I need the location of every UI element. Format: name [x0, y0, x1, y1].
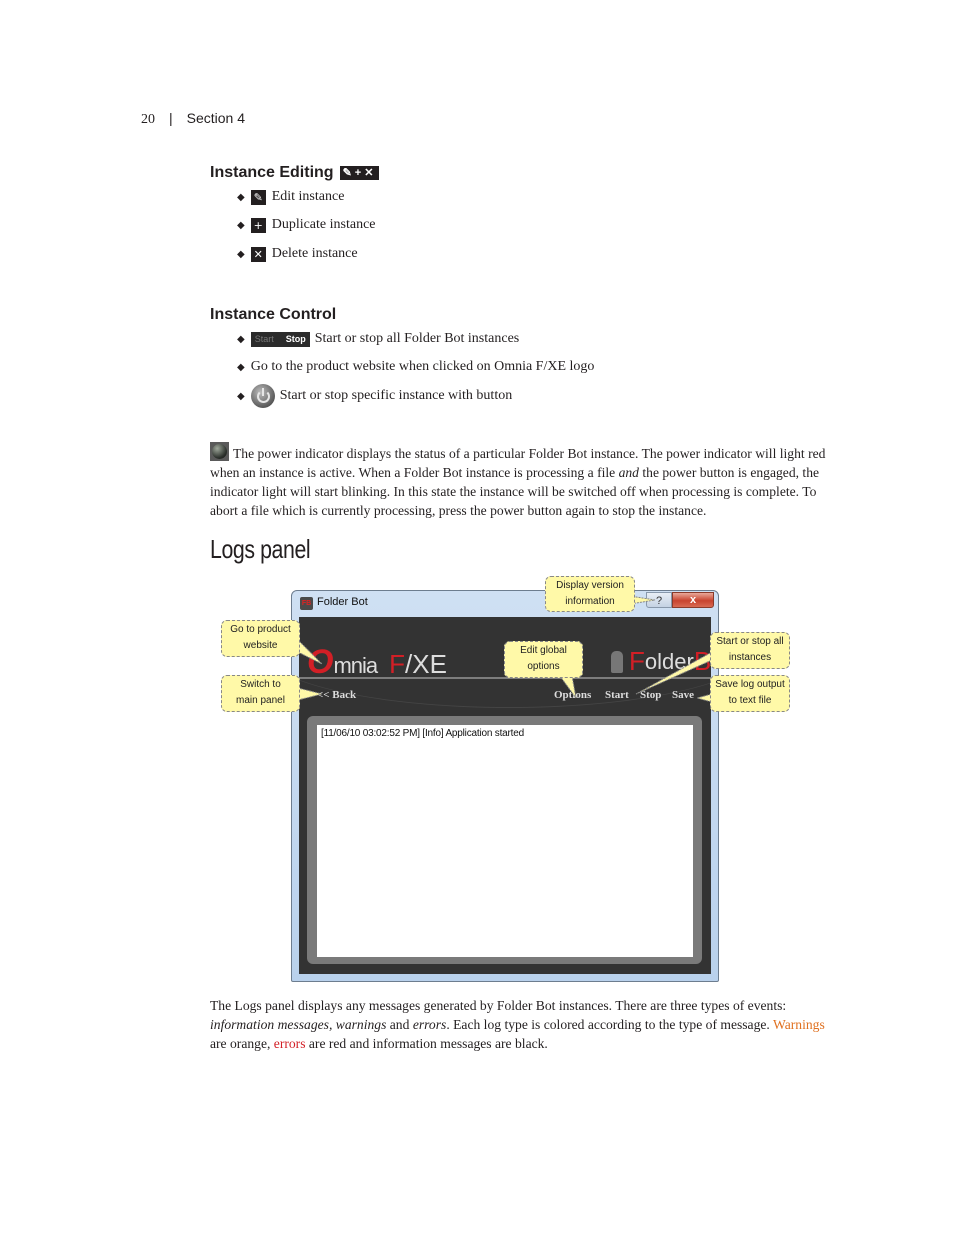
- instance-editing-heading: Instance Editing ✎+✕: [210, 164, 380, 182]
- options-link[interactable]: Options: [554, 689, 591, 701]
- callout-main-panel: Switch to main panel: [221, 675, 300, 712]
- bullet-icon: ◆: [237, 390, 245, 402]
- close-button[interactable]: x: [672, 592, 714, 608]
- callout-line: instances: [728, 652, 772, 663]
- list-item: ◆ Start Stop Start or stop all Folder Bo…: [237, 331, 519, 347]
- callout-line: Go to product: [230, 624, 291, 635]
- callout-global-options: Edit global options: [504, 641, 583, 678]
- paragraph-text: The Logs panel displays any messages gen…: [210, 998, 787, 1013]
- emphasis-text: information messages: [210, 1017, 329, 1032]
- instance-control-heading: Instance Control: [210, 306, 337, 323]
- logo-mnia: mnia: [333, 653, 378, 678]
- paragraph-text: messages are black.: [436, 1036, 548, 1051]
- power-indicator-icon: [210, 442, 229, 461]
- x-icon: ✕: [250, 246, 266, 262]
- back-link[interactable]: << Back: [317, 689, 356, 701]
- bullet-icon: ◆: [237, 219, 245, 231]
- log-line: [11/06/10 03:02:52 PM] [Info] Applicatio…: [321, 728, 524, 739]
- logo-f: F: [389, 649, 406, 679]
- logo-f: F: [629, 646, 645, 676]
- start-label: Start: [254, 334, 274, 344]
- log-frame: [11/06/10 03:02:52 PM] [Info] Applicatio…: [307, 716, 702, 964]
- callout-line: options: [527, 661, 560, 672]
- list-item: ◆ Go to the product website when clicked…: [237, 359, 594, 375]
- callout-product-website: Go to product website: [221, 620, 300, 657]
- bullet-icon: ◆: [237, 248, 245, 260]
- plus-icon: +: [250, 217, 266, 233]
- power-indicator-paragraph: The power indicator displays the status …: [210, 442, 842, 520]
- folderbot-logo: FolderBot: [611, 646, 711, 677]
- help-button[interactable]: ?: [646, 592, 672, 608]
- window-titlebar: FB Folder Bot ? x: [292, 591, 718, 615]
- emphasis-text: warnings: [335, 1017, 387, 1032]
- list-item-label: Edit instance: [271, 189, 345, 204]
- window-title: Folder Bot: [317, 596, 368, 608]
- stop-link[interactable]: Stop: [640, 689, 661, 701]
- robot-icon: [611, 650, 623, 673]
- callout-version: Display version information: [545, 576, 635, 612]
- callout-line: to text file: [728, 695, 772, 706]
- power-button-icon: [250, 384, 275, 408]
- warnings-colored-text: Warnings: [772, 1017, 825, 1032]
- app-icon: FB: [300, 597, 313, 610]
- log-output-area[interactable]: [11/06/10 03:02:52 PM] [Info] Applicatio…: [317, 725, 693, 957]
- emphasis-text: and: [618, 465, 639, 480]
- start-stop-toolbar-image: Start Stop: [250, 331, 310, 347]
- callout-start-stop-all: Start or stop all instances: [710, 632, 790, 669]
- save-link[interactable]: Save: [672, 689, 694, 701]
- emphasis-text: ,: [328, 1017, 336, 1032]
- page-header: 20 | Section 4: [141, 110, 245, 128]
- callout-line: Save log output: [715, 679, 785, 690]
- instance-editing-title: Instance Editing: [210, 164, 334, 181]
- callout-line: Start or stop all: [716, 636, 784, 647]
- errors-colored-text: errors: [273, 1036, 306, 1051]
- pencil-icon: ✎: [250, 189, 266, 205]
- list-item: ◆ + Duplicate instance: [237, 217, 376, 233]
- paragraph-text: are orange,: [210, 1036, 274, 1051]
- header-divider: [299, 677, 711, 679]
- bullet-icon: ◆: [237, 191, 245, 203]
- emphasis-text: errors: [412, 1017, 447, 1032]
- logo-o: O: [307, 643, 334, 681]
- paragraph-text: and: [386, 1017, 413, 1032]
- list-item: ◆ Start or stop specific instance with b…: [237, 384, 512, 408]
- stop-label: Stop: [285, 334, 306, 344]
- callout-save-log: Save log output to text file: [710, 675, 790, 712]
- start-link[interactable]: Start: [605, 689, 629, 701]
- logs-panel-heading: Logs panel: [210, 534, 311, 564]
- callout-line: main panel: [236, 695, 285, 706]
- callout-line: Switch to: [240, 679, 281, 690]
- information-text: information: [372, 1036, 437, 1051]
- page-number: 20: [141, 112, 155, 127]
- list-item-label: Start or stop all Folder Bot instances: [314, 331, 520, 346]
- list-item-label: Start or stop specific instance with but…: [279, 388, 513, 403]
- list-item-label: Delete instance: [271, 246, 358, 261]
- list-item-label: Go to the product website when clicked o…: [250, 359, 595, 374]
- logo-xe: /XE: [405, 649, 447, 679]
- header-separator: |: [169, 110, 173, 126]
- list-item: ◆ ✕ Delete instance: [237, 246, 358, 262]
- edit-toolbar-icons: ✎+✕: [339, 165, 380, 180]
- logs-paragraph: The Logs panel displays any messages gen…: [210, 996, 842, 1053]
- callout-line: Display version: [556, 580, 624, 591]
- bullet-icon: ◆: [237, 361, 245, 373]
- bullet-icon: ◆: [237, 333, 245, 345]
- paragraph-text: . Each log type is colored according to …: [446, 1017, 773, 1032]
- callout-line: Edit global: [520, 645, 567, 656]
- callout-line: website: [243, 640, 278, 651]
- logo-b: B: [693, 646, 711, 676]
- callout-line: information: [565, 596, 615, 607]
- logo-older: older: [644, 648, 694, 674]
- list-item-label: Duplicate instance: [271, 217, 376, 232]
- paragraph-text: are red and: [305, 1036, 373, 1051]
- section-label: Section 4: [186, 110, 246, 126]
- list-item: ◆ ✎ Edit instance: [237, 189, 344, 205]
